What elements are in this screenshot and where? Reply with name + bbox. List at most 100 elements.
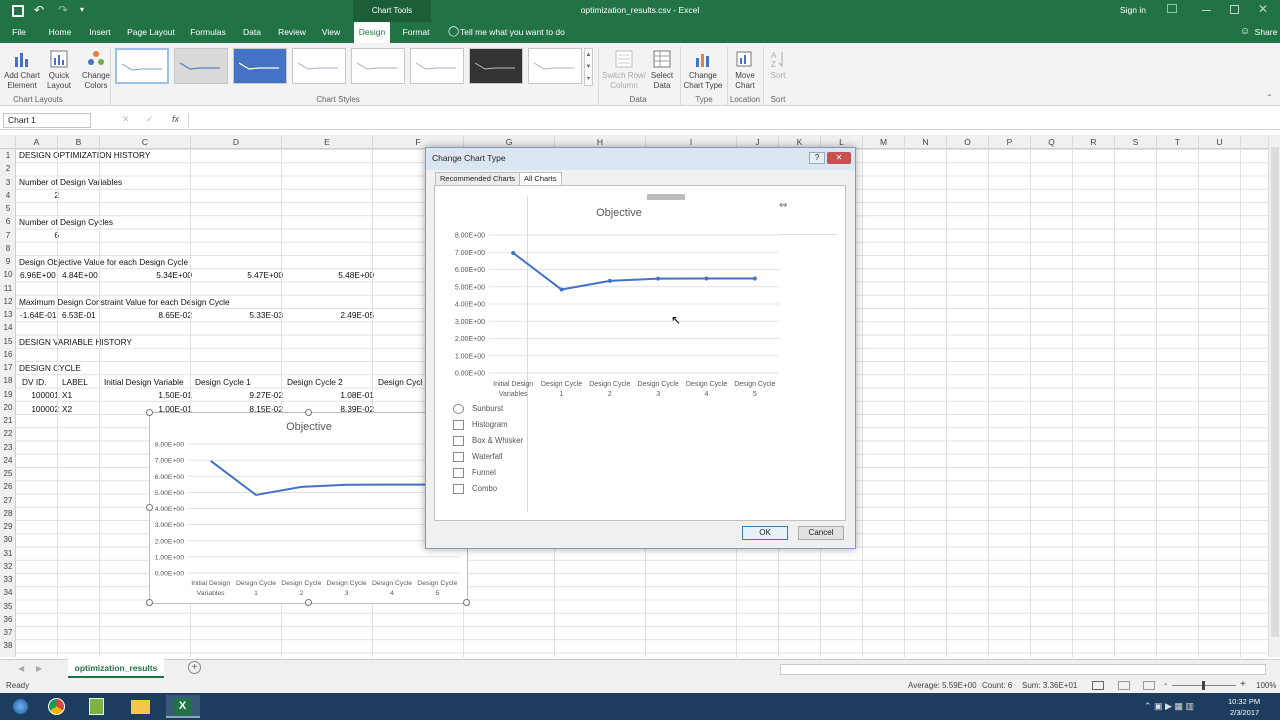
customize-qat-icon[interactable]: ▾ [80,5,84,14]
chart-style-8[interactable] [528,48,582,84]
chart-style-5[interactable] [351,48,405,84]
styles-scroll[interactable]: ▲ ▼ ▾ [584,48,593,86]
resize-handle[interactable] [146,409,153,416]
zoom-slider-thumb[interactable] [1202,681,1205,690]
column-header-d[interactable]: D [191,135,282,149]
column-header-o[interactable]: O [947,135,989,149]
row-header-26[interactable]: 26 [0,480,16,493]
row-header-20[interactable]: 20 [0,401,16,414]
column-header-t[interactable]: T [1157,135,1199,149]
chart-style-4[interactable] [292,48,346,84]
row-header-31[interactable]: 31 [0,547,16,560]
taskbar-chrome[interactable] [40,695,74,718]
help-button[interactable]: ? [809,152,825,164]
horizontal-scrollbar[interactable] [780,664,1266,675]
row-header-25[interactable]: 25 [0,467,16,480]
row-header-27[interactable]: 27 [0,494,16,507]
row-header-12[interactable]: 12 [0,295,16,308]
row-header-35[interactable]: 35 [0,600,16,613]
column-header-a[interactable]: A [16,135,58,149]
tell-me-box[interactable]: Tell me what you want to do [460,22,570,43]
select-all-corner[interactable] [0,135,16,149]
resize-handle[interactable] [146,504,153,511]
column-header-c[interactable]: C [100,135,191,149]
chart-style-1[interactable] [115,48,169,84]
row-header-4[interactable]: 4 [0,189,16,202]
tab-all-charts[interactable]: All Charts [519,172,562,186]
row-header-13[interactable]: 13 [0,308,16,321]
close-icon[interactable]: ✕ [1258,2,1268,16]
sign-in-link[interactable]: Sign in [1120,5,1146,15]
row-header-38[interactable]: 38 [0,639,16,652]
row-header-19[interactable]: 19 [0,388,16,401]
confirm-entry-icon[interactable]: ✓ [146,114,154,125]
tab-format[interactable]: Format [398,22,434,43]
start-button[interactable] [4,695,38,718]
row-header-17[interactable]: 17 [0,361,16,374]
next-sheet-icon[interactable]: ▶ [36,664,42,673]
resize-handle[interactable] [304,409,312,416]
share-button[interactable]: Share [1254,22,1278,43]
row-header-22[interactable]: 22 [0,427,16,440]
row-header-1[interactable]: 1 [0,149,16,162]
select-data-button[interactable]: Select Data [648,47,676,91]
row-header-6[interactable]: 6 [0,215,16,228]
sheet-tab-optimization-results[interactable]: optimization_results [68,659,164,678]
row-header-37[interactable]: 37 [0,626,16,639]
ok-button[interactable]: OK [742,526,788,540]
add-chart-element-button[interactable]: Add Chart Element [2,47,42,91]
tab-view[interactable]: View [316,22,346,43]
column-header-e[interactable]: E [282,135,373,149]
zoom-out-icon[interactable]: - [1164,679,1167,690]
row-header-8[interactable]: 8 [0,242,16,255]
normal-view-icon[interactable] [1092,681,1104,690]
row-header-16[interactable]: 16 [0,348,16,361]
scroll-thumb[interactable] [1271,147,1279,637]
formula-input[interactable] [188,113,1276,128]
row-header-28[interactable]: 28 [0,507,16,520]
ribbon-display-icon[interactable] [1167,4,1177,13]
restore-icon[interactable] [1230,5,1239,14]
chart-type-combo[interactable]: Combo [453,482,497,496]
row-header-21[interactable]: 21 [0,414,16,427]
minimize-icon[interactable] [1202,10,1211,11]
row-header-3[interactable]: 3 [0,176,16,189]
resize-handle[interactable] [463,599,470,606]
taskbar-excel[interactable]: X [166,695,200,718]
dialog-close-button[interactable]: ✕ [827,152,851,164]
row-header-24[interactable]: 24 [0,454,16,467]
row-header-33[interactable]: 33 [0,573,16,586]
row-header-5[interactable]: 5 [0,202,16,215]
column-header-r[interactable]: R [1073,135,1115,149]
row-header-23[interactable]: 23 [0,441,16,454]
move-chart-button[interactable]: Move Chart [729,47,761,91]
tab-page-layout[interactable]: Page Layout [124,22,178,43]
resize-handle[interactable] [146,599,153,606]
tab-home[interactable]: Home [44,22,76,43]
tab-formulas[interactable]: Formulas [186,22,230,43]
chart-style-3[interactable] [233,48,287,84]
embedded-chart[interactable]: Objective 0.00E+00 1.00E+00 2.00E+00 3.00E+0… [146,409,470,606]
tab-insert[interactable]: Insert [84,22,116,43]
cancel-entry-icon[interactable]: ✕ [122,114,130,125]
change-colors-button[interactable]: Change Colors [78,47,114,91]
sort-button[interactable]: AZ Sort [765,47,791,81]
taskbar-explorer[interactable] [124,695,158,718]
tab-recommended-charts[interactable]: Recommended Charts [435,172,521,185]
prev-sheet-icon[interactable]: ◀ [18,664,24,673]
save-icon[interactable] [12,5,24,17]
redo-icon[interactable]: ↷ [58,3,68,17]
tab-review[interactable]: Review [274,22,310,43]
column-header-m[interactable]: M [863,135,905,149]
row-header-29[interactable]: 29 [0,520,16,533]
undo-icon[interactable]: ↶ [34,3,44,17]
row-header-9[interactable]: 9 [0,255,16,268]
row-header-14[interactable]: 14 [0,321,16,334]
row-header-11[interactable]: 11 [0,282,16,295]
page-layout-view-icon[interactable] [1118,681,1130,690]
tab-design[interactable]: Design [354,22,390,43]
row-header-7[interactable]: 7 [0,229,16,242]
chart-type-funnel[interactable]: Funnel [453,466,496,480]
zoom-level[interactable]: 100% [1256,681,1276,690]
column-header-u[interactable]: U [1199,135,1241,149]
